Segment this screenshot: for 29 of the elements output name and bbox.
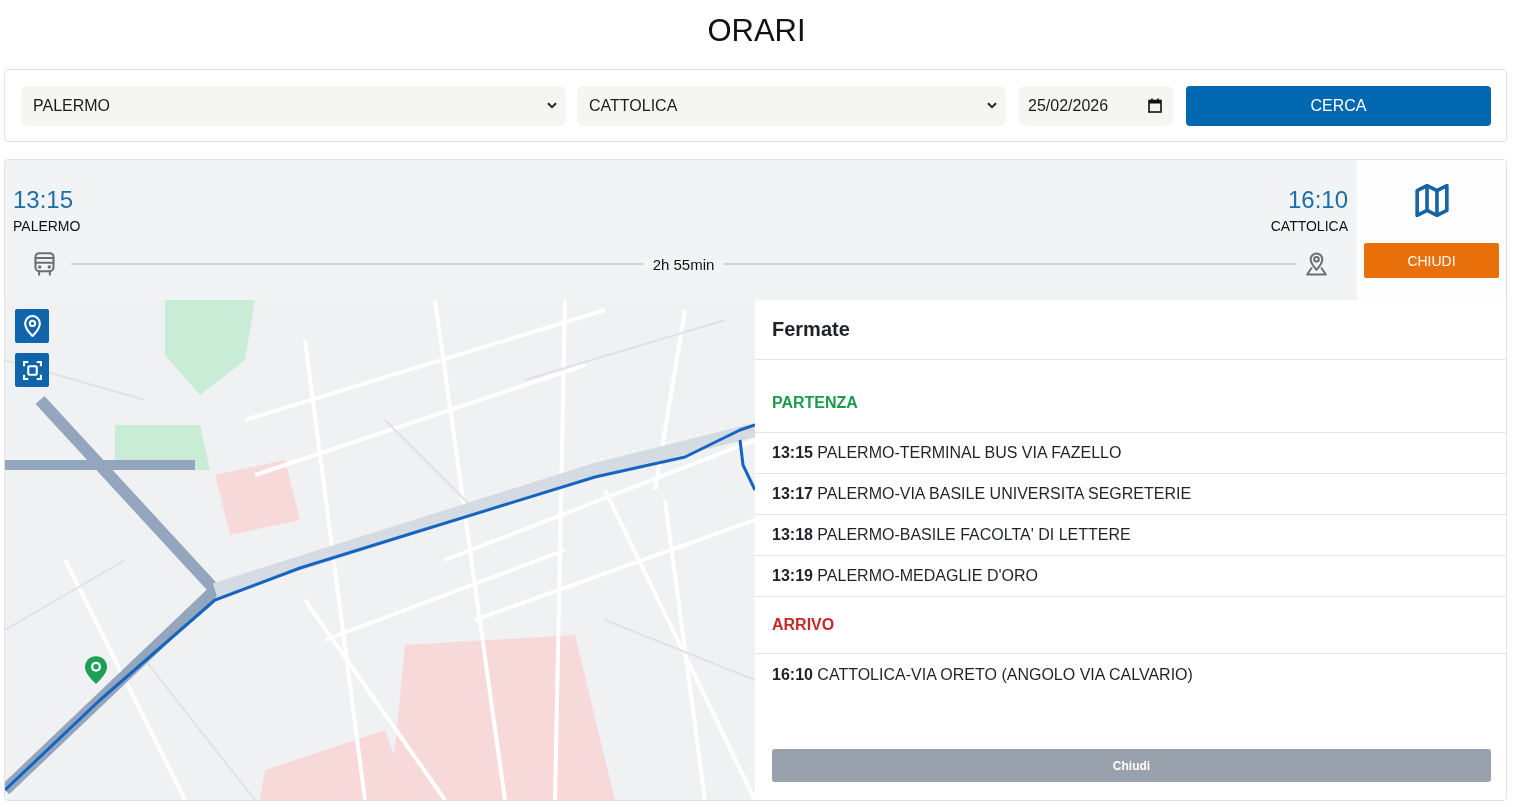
panel-title: Fermate (772, 318, 850, 341)
section-heading: ARRIVO (772, 615, 835, 635)
calendar-icon (1148, 98, 1162, 113)
stop-entry: 13:19 PALERMO-MEDAGLIE D'ORO (772, 567, 1038, 585)
arrival-select[interactable]: CATTOLICA (577, 85, 1006, 126)
arrival-time: 16:10 (1286, 186, 1348, 214)
stop-entry: 13:18 PALERMO-BASILE FACOLTA' DI LETTERE (772, 526, 1131, 544)
trip-duration: 2h 55min (652, 255, 715, 273)
locate-button[interactable] (15, 309, 49, 343)
departure-select[interactable]: PALERMO (21, 85, 566, 126)
date-field[interactable]: 25/02/2026 (1019, 85, 1173, 126)
chevron-icon (547, 102, 557, 109)
map-marker-icon (85, 656, 107, 684)
departure-time: 13:15 (13, 186, 75, 214)
section-heading: PARTENZA (772, 393, 858, 413)
page-title: ORARI (707, 13, 806, 49)
departure-place: PALERMO (13, 217, 81, 235)
chevron-icon (987, 102, 997, 109)
fit-view-button[interactable] (15, 353, 49, 387)
map-icon[interactable] (1413, 184, 1450, 217)
arrival-place: CATTOLICA (1270, 217, 1348, 235)
search-button[interactable]: CERCA (1186, 85, 1491, 126)
bus-icon (34, 252, 55, 276)
stop-entry: 16:10 CATTOLICA-VIA ORETO (ANGOLO VIA CALVARIO) (772, 665, 1193, 684)
location-pin-icon (23, 315, 41, 337)
focus-frame-icon (22, 360, 42, 380)
stop-entry: 13:15 PALERMO-TERMINAL BUS VIA FAZELLO (772, 444, 1122, 462)
stop-entry: 13:17 PALERMO-VIA BASILE UNIVERSITA SEGRETERIE (772, 485, 1192, 503)
location-pin-icon (1306, 252, 1327, 276)
